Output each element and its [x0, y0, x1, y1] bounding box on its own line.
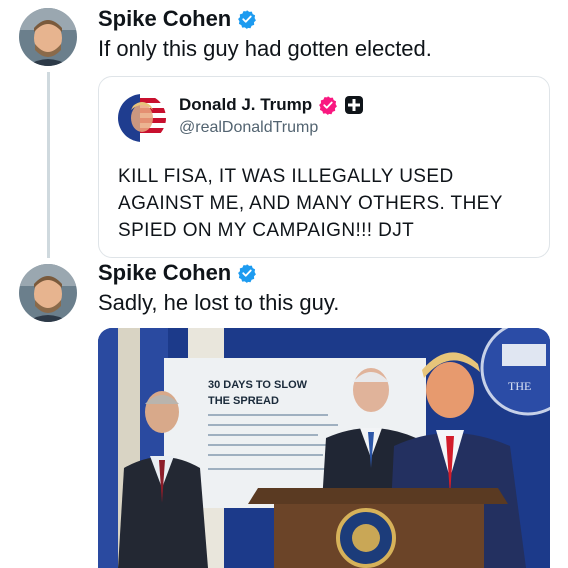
- avatar-donald-trump[interactable]: [118, 94, 166, 142]
- avatar-spike-cohen[interactable]: [19, 264, 77, 322]
- tweet2-author-name[interactable]: Spike Cohen: [98, 260, 231, 286]
- verified-badge-icon: [319, 96, 338, 115]
- verified-badge-icon: [238, 10, 257, 29]
- logo-text: THE: [508, 379, 531, 393]
- quoted-author-name[interactable]: Donald J. Trump: [179, 95, 312, 115]
- quoted-text: KILL FISA, IT WAS ILLEGALLY USED AGAINST…: [118, 163, 538, 244]
- tweet1-author-name[interactable]: Spike Cohen: [98, 6, 231, 32]
- tweet2-text: Sadly, he lost to this guy.: [98, 290, 340, 315]
- tweet1-author[interactable]: Spike Cohen: [98, 6, 257, 32]
- quoted-text-line: KILL FISA, IT WAS ILLEGALLY USED: [118, 166, 454, 187]
- quoted-tweet-card[interactable]: Donald J. Trump @realDonaldTrump KILL FI…: [98, 76, 550, 258]
- verified-badge-icon: [238, 264, 257, 283]
- thread-connector-line: [47, 72, 50, 258]
- screen-title: 30 DAYS TO SLOW: [208, 379, 308, 391]
- screen-title: THE SPREAD: [208, 395, 279, 407]
- quoted-text-line: AGAINST ME, AND MANY OTHERS. THEY: [118, 193, 503, 214]
- avatar-spike-cohen[interactable]: [19, 8, 77, 66]
- tweet1-text: If only this guy had gotten elected.: [98, 36, 432, 61]
- government-badge-icon: [345, 96, 364, 114]
- tweet2-author[interactable]: Spike Cohen: [98, 260, 257, 286]
- tweet2-photo[interactable]: 30 DAYS TO SLOW THE SPREAD THE: [98, 328, 550, 568]
- quoted-text-line: SPIED ON MY CAMPAIGN!!! DJT: [118, 220, 415, 241]
- quoted-handle[interactable]: @realDonaldTrump: [179, 119, 318, 137]
- quoted-author[interactable]: Donald J. Trump: [179, 95, 364, 115]
